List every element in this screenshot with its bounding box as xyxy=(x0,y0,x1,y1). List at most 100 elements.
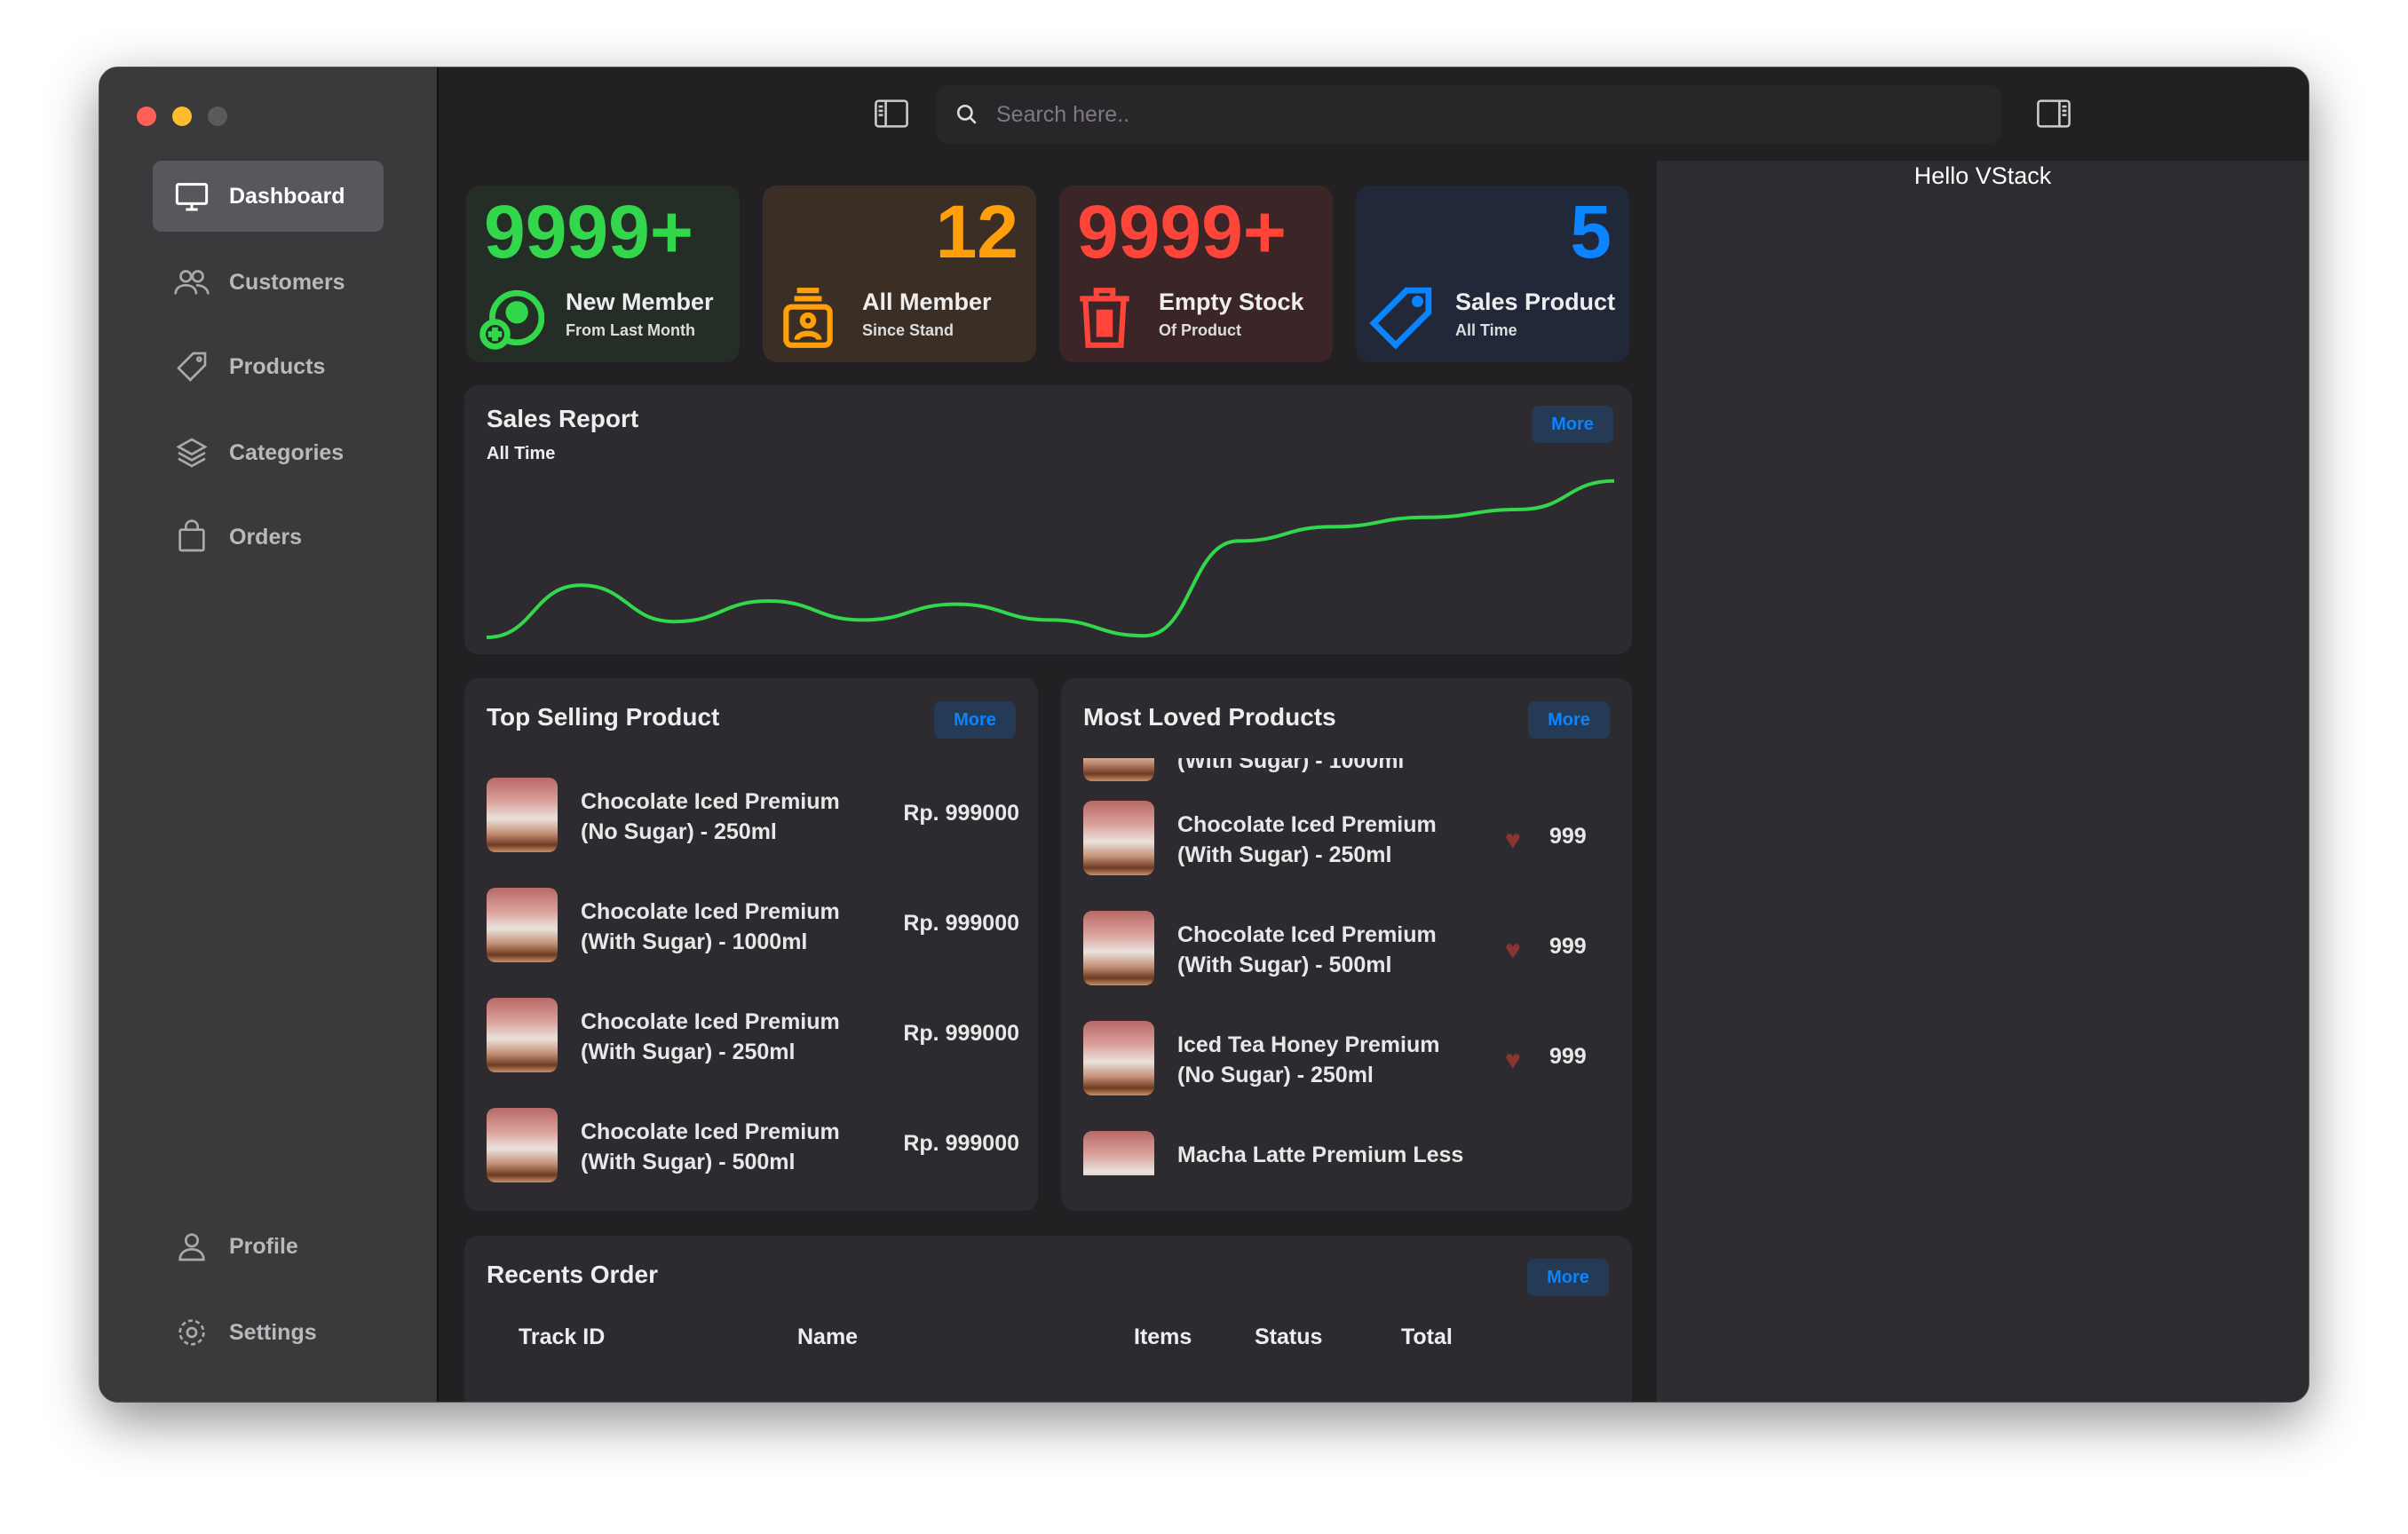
heart-icon[interactable]: ♥ xyxy=(1505,1046,1521,1076)
sidebar-item-label: Orders xyxy=(229,524,302,550)
product-name: Chocolate Iced Premium (With Sugar) - 25… xyxy=(581,1009,840,1064)
sidebar-item-label: Products xyxy=(229,353,326,379)
product-row[interactable]: Macha Latte Premium Less xyxy=(1083,1131,1616,1175)
product-thumbnail xyxy=(487,998,558,1072)
sales-report-card: Sales Report All Time More xyxy=(464,385,1632,654)
stat-card-all-member[interactable]: 12 All Member Since Stand xyxy=(763,186,1036,362)
product-thumbnail xyxy=(1083,801,1154,875)
right-panel: Hello VStack xyxy=(1657,161,2309,1402)
sidebar-item-categories[interactable]: Categories xyxy=(153,417,384,488)
sales-line-chart xyxy=(487,478,1614,639)
sidebar-item-label: Profile xyxy=(229,1233,298,1259)
product-row[interactable]: (With Sugar) - 1000ml xyxy=(1083,758,1616,781)
stat-card-sales-product[interactable]: 5 Sales Product All Time xyxy=(1356,186,1629,362)
sidebar-toggle-icon[interactable] xyxy=(874,99,909,128)
more-button[interactable]: More xyxy=(1532,406,1613,443)
person-icon xyxy=(178,1233,205,1261)
card-subtitle: All Time xyxy=(487,444,556,463)
zoom-button[interactable] xyxy=(208,107,227,126)
inspector-toggle-icon[interactable] xyxy=(2036,99,2071,128)
product-thumbnail xyxy=(487,888,558,962)
sidebar: Dashboard Customers Products Categories … xyxy=(99,67,439,1402)
sidebar-item-settings[interactable]: Settings xyxy=(153,1297,384,1368)
product-thumbnail xyxy=(487,1108,558,1182)
stat-card-empty-stock[interactable]: 9999+ Empty Stock Of Product xyxy=(1059,186,1333,362)
most-loved-list[interactable]: (With Sugar) - 1000ml Chocolate Iced Pre… xyxy=(1061,758,1632,1175)
stat-label: Sales Product xyxy=(1455,289,1616,315)
more-button[interactable]: More xyxy=(1528,701,1610,739)
card-title: Sales Report xyxy=(487,405,639,432)
product-price: Rp. 999000 xyxy=(903,1021,1019,1046)
column-header-status[interactable]: Status xyxy=(1255,1324,1322,1350)
sidebar-item-products[interactable]: Products xyxy=(153,331,384,402)
product-thumbnail xyxy=(1083,758,1154,781)
sidebar-item-customers[interactable]: Customers xyxy=(153,247,384,318)
stat-sublabel: All Time xyxy=(1455,321,1517,339)
product-row[interactable]: Chocolate Iced Premium (No Sugar) - 250m… xyxy=(487,778,1019,852)
close-button[interactable] xyxy=(137,107,156,126)
stat-label: All Member xyxy=(862,289,992,315)
person-add-icon xyxy=(479,289,544,350)
product-row[interactable]: Iced Tea Honey Premium (No Sugar) - 250m… xyxy=(1083,1021,1616,1095)
product-name: Chocolate Iced Premium (With Sugar) - 50… xyxy=(1177,922,1437,977)
product-thumbnail xyxy=(1083,1021,1154,1095)
minimize-button[interactable] xyxy=(172,107,192,126)
recent-orders-card: Recents Order More Track ID Name Items S… xyxy=(464,1236,1632,1402)
product-price: Rp. 999000 xyxy=(903,911,1019,936)
people-icon xyxy=(174,270,210,295)
heart-icon[interactable]: ♥ xyxy=(1505,826,1521,856)
card-title: Top Selling Product xyxy=(487,703,720,731)
sidebar-item-label: Settings xyxy=(229,1319,317,1345)
column-header-name[interactable]: Name xyxy=(797,1324,858,1350)
product-name: Chocolate Iced Premium (With Sugar) - 50… xyxy=(581,1119,840,1174)
stat-value: 5 xyxy=(1570,190,1612,273)
like-count: 999 xyxy=(1549,1044,1587,1069)
product-row[interactable]: Chocolate Iced Premium (With Sugar) - 25… xyxy=(1083,801,1616,875)
product-row[interactable]: Chocolate Iced Premium (With Sugar) - 50… xyxy=(1083,911,1616,985)
bag-icon xyxy=(178,519,205,552)
product-name: Iced Tea Honey Premium (No Sugar) - 250m… xyxy=(1177,1032,1440,1087)
sidebar-item-label: Dashboard xyxy=(229,183,345,209)
stat-card-new-member[interactable]: 9999+ New Member From Last Month xyxy=(466,186,740,362)
sales-series-line xyxy=(487,478,1614,639)
product-price: Rp. 999000 xyxy=(903,1131,1019,1156)
heart-icon[interactable]: ♥ xyxy=(1505,936,1521,966)
stat-value: 9999+ xyxy=(1077,190,1287,273)
id-badge-icon xyxy=(783,288,833,348)
card-title: Most Loved Products xyxy=(1083,703,1336,731)
product-row[interactable]: Chocolate Iced Premium (With Sugar) - 25… xyxy=(487,998,1019,1072)
stat-sublabel: Of Product xyxy=(1159,321,1241,339)
sidebar-item-orders[interactable]: Orders xyxy=(153,502,384,573)
stat-label: Empty Stock xyxy=(1159,289,1304,315)
product-thumbnail xyxy=(487,778,558,852)
sidebar-item-dashboard[interactable]: Dashboard xyxy=(153,161,384,232)
stat-sublabel: From Last Month xyxy=(566,321,695,339)
app-window: Dashboard Customers Products Categories … xyxy=(99,67,2309,1403)
column-header-total[interactable]: Total xyxy=(1401,1324,1453,1350)
like-count: 999 xyxy=(1549,934,1587,959)
product-row[interactable]: Chocolate Iced Premium (With Sugar) - 50… xyxy=(487,1108,1019,1182)
product-name: Macha Latte Premium Less xyxy=(1177,1143,1464,1167)
column-header-items[interactable]: Items xyxy=(1134,1324,1192,1350)
column-header-track-id[interactable]: Track ID xyxy=(519,1324,605,1350)
tag-icon xyxy=(1369,287,1432,350)
product-thumbnail xyxy=(1083,1131,1154,1175)
sidebar-item-profile[interactable]: Profile xyxy=(153,1211,384,1282)
more-button[interactable]: More xyxy=(934,701,1016,739)
toolbar: Search here.. xyxy=(439,67,2309,161)
top-selling-card: Top Selling Product More Chocolate Iced … xyxy=(464,678,1038,1211)
product-row[interactable]: Chocolate Iced Premium (With Sugar) - 10… xyxy=(487,888,1019,962)
product-thumbnail xyxy=(1083,911,1154,985)
stat-value: 12 xyxy=(935,190,1018,273)
search-input[interactable]: Search here.. xyxy=(936,85,2001,144)
stat-label: New Member xyxy=(566,289,714,315)
search-icon xyxy=(956,104,977,124)
like-count: 999 xyxy=(1549,824,1587,849)
product-name: Chocolate Iced Premium (With Sugar) - 25… xyxy=(1177,812,1437,867)
card-title: Recents Order xyxy=(487,1261,658,1288)
gear-icon xyxy=(178,1319,205,1346)
product-name: (With Sugar) - 1000ml xyxy=(1177,758,1405,773)
more-button[interactable]: More xyxy=(1527,1259,1609,1296)
layers-icon xyxy=(176,438,208,468)
most-loved-card: Most Loved Products More (With Sugar) - … xyxy=(1061,678,1632,1211)
